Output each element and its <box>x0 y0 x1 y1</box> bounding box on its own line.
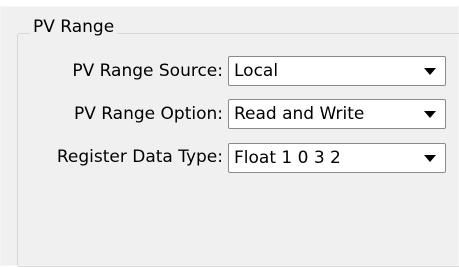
pv-range-option-value: Read and Write <box>234 104 365 124</box>
pv-range-panel <box>0 6 459 267</box>
pv-range-source-value: Local <box>234 61 279 81</box>
chevron-down-icon <box>424 68 436 75</box>
group-title: PV Range <box>30 17 118 37</box>
register-data-type-label: Register Data Type: <box>56 147 223 167</box>
chevron-down-icon <box>424 111 436 118</box>
register-data-type-dropdown[interactable]: Float 1 0 3 2 <box>228 143 446 173</box>
pv-range-option-dropdown[interactable]: Read and Write <box>228 99 446 129</box>
pv-range-source-label: PV Range Source: <box>72 61 223 81</box>
chevron-down-icon <box>424 155 436 162</box>
pv-range-source-dropdown[interactable]: Local <box>228 56 446 86</box>
pv-range-option-label: PV Range Option: <box>73 104 223 124</box>
register-data-type-value: Float 1 0 3 2 <box>234 148 341 168</box>
